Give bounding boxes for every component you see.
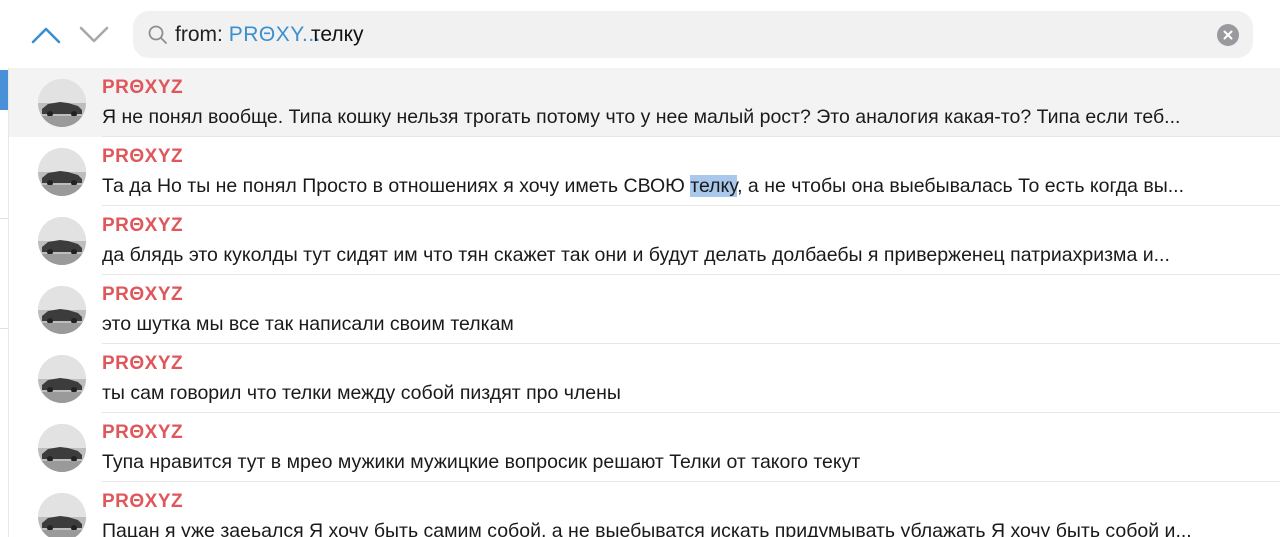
sender-name: PRΘXYZ [102, 146, 184, 167]
search-result-row[interactable]: PRΘXYZ Тупа нравится тут в мрео мужики м… [9, 413, 1280, 482]
snippet-text: да блядь это куколды тут сидят им что тя… [102, 244, 1170, 266]
left-divider-tick [0, 218, 8, 219]
search-result-row[interactable]: PRΘXYZ ты сам говорил что телки между со… [9, 344, 1280, 413]
snippet-text: Я не понял вообще. Типа кошку нельзя тро… [102, 106, 1181, 128]
message-snippet: ты сам говорил что телки между собой пиз… [102, 382, 1274, 405]
search-result-row[interactable]: PRΘXYZ Та да Но ты не понял Просто в отн… [9, 137, 1280, 206]
search-result-row[interactable]: PRΘXYZ Я не понял вообще. Типа кошку нел… [9, 68, 1280, 137]
search-result-row[interactable]: PRΘXYZ да блядь это куколды тут сидят им… [9, 206, 1280, 275]
avatar [38, 148, 86, 196]
search-toolbar: from: PRΘXY... [0, 0, 1280, 68]
sender-name: PRΘXYZ [102, 491, 184, 512]
next-result-button[interactable] [76, 18, 112, 52]
avatar [38, 217, 86, 265]
snippet-text: Пацан я уже заеьался Я хочу быть самим с… [102, 520, 1192, 537]
from-filter-value: PRΘXY... [228, 23, 322, 46]
search-icon [148, 25, 167, 44]
search-input[interactable] [311, 23, 1191, 47]
avatar [38, 424, 86, 472]
avatar [38, 79, 86, 127]
search-match-highlight: телку [690, 175, 738, 197]
message-snippet: да блядь это куколды тут сидят им что тя… [102, 244, 1274, 267]
sender-name: PRΘXYZ [102, 422, 184, 443]
selection-indicator [0, 70, 8, 110]
message-snippet: это шутка мы все так написали своим телк… [102, 313, 1274, 336]
message-snippet: Я не понял вообще. Типа кошку нельзя тро… [102, 106, 1274, 129]
snippet-text: это шутка мы все так написали своим телк… [102, 313, 514, 335]
sender-name: PRΘXYZ [102, 77, 184, 98]
from-filter-token[interactable]: from: PRΘXY... [175, 23, 321, 47]
sender-name: PRΘXYZ [102, 284, 184, 305]
message-snippet: Тупа нравится тут в мрео мужики мужицкие… [102, 451, 1274, 474]
from-filter-label: from: [175, 23, 223, 46]
left-divider-tick [0, 328, 8, 329]
search-result-row[interactable]: PRΘXYZ это шутка мы все так написали сво… [9, 275, 1280, 344]
avatar [38, 355, 86, 403]
snippet-text-rest: , а не чтобы она выебывалась То есть ког… [737, 175, 1184, 197]
snippet-text: Та да Но ты не понял Просто в отношениях… [102, 175, 691, 197]
avatar [38, 493, 86, 537]
chevron-up-icon [31, 27, 61, 44]
message-snippet: Та да Но ты не понял Просто в отношениях… [102, 175, 1274, 198]
search-result-row[interactable]: PRΘXYZ Пацан я уже заеьался Я хочу быть … [9, 482, 1280, 537]
message-snippet: Пацан я уже заеьался Я хочу быть самим с… [102, 520, 1274, 537]
search-results-list: PRΘXYZ Я не понял вообще. Типа кошку нел… [9, 68, 1280, 537]
search-box[interactable]: from: PRΘXY... [133, 11, 1253, 58]
snippet-text: ты сам говорил что телки между собой пиз… [102, 382, 621, 404]
chevron-down-icon [79, 26, 109, 43]
clear-search-button[interactable] [1217, 24, 1239, 46]
sender-name: PRΘXYZ [102, 215, 184, 236]
search-results-window: from: PRΘXY... PRΘXYZ Я не [0, 0, 1280, 537]
avatar [38, 286, 86, 334]
sender-name: PRΘXYZ [102, 353, 184, 374]
snippet-text: Тупа нравится тут в мрео мужики мужицкие… [102, 451, 861, 473]
clear-icon [1223, 30, 1233, 40]
previous-result-button[interactable] [28, 18, 64, 52]
